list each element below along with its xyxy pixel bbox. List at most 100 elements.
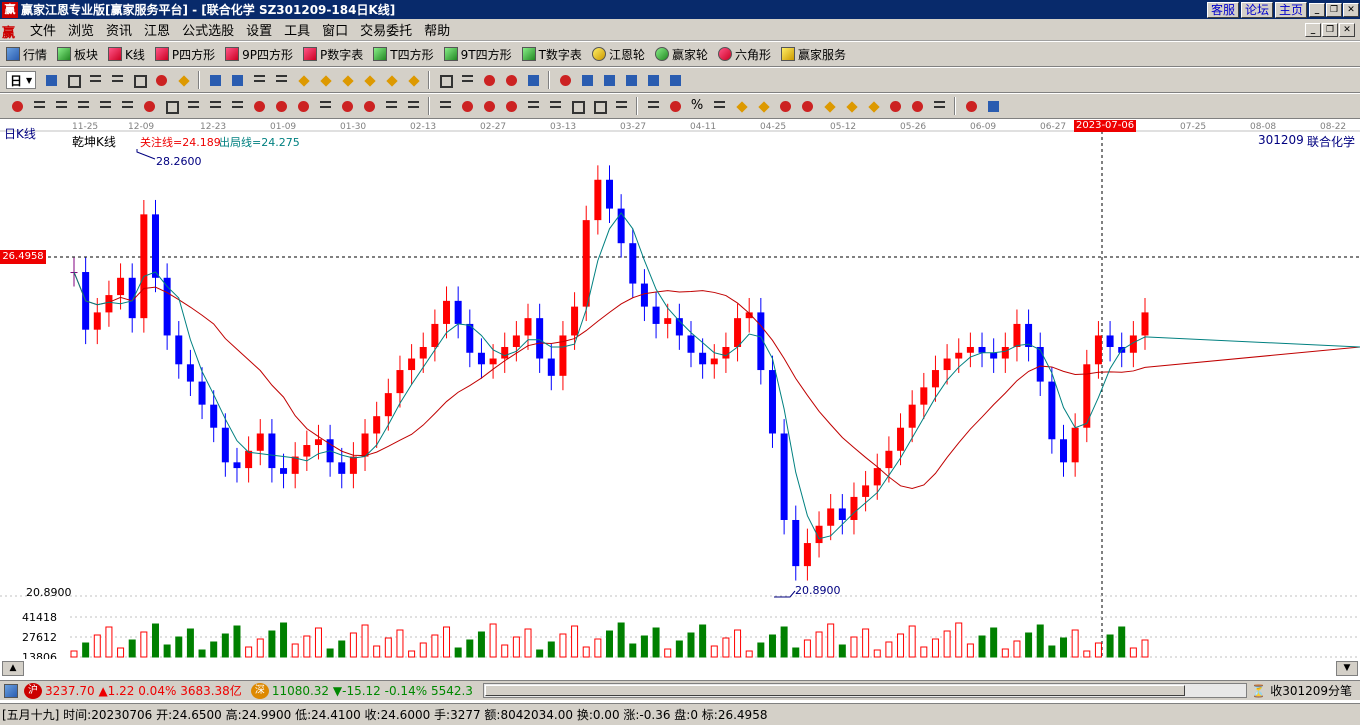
chart-canvas[interactable]: 11-25 12-09 12-23 01-09 01-30 02-13 02-27 03-13… <box>0 119 1360 659</box>
toolbar-t-number-table-button[interactable]: T数字表 <box>521 46 582 63</box>
angle-icon[interactable] <box>140 97 158 115</box>
toolbar-quote-button[interactable]: 行情 <box>6 46 47 63</box>
ruler-icon[interactable] <box>382 97 400 115</box>
percent-line-icon[interactable] <box>666 97 684 115</box>
fib-icon[interactable] <box>710 97 728 115</box>
comb-icon[interactable] <box>404 97 422 115</box>
indicator-icon[interactable] <box>524 71 542 89</box>
diamond-center-icon[interactable] <box>382 71 400 89</box>
toolbar-service-button[interactable]: 赢家服务 <box>780 46 846 63</box>
kline-chart[interactable]: 11-25 12-09 12-23 01-09 01-30 02-13 02-27 03-13… <box>0 119 1360 664</box>
calendar-icon[interactable] <box>556 71 574 89</box>
menu-help[interactable]: 帮助 <box>418 20 456 39</box>
pen-icon[interactable] <box>8 97 26 115</box>
matrix-icon[interactable] <box>568 97 586 115</box>
cycle-icon[interactable] <box>96 97 114 115</box>
hand-icon[interactable] <box>436 71 454 89</box>
ohlc-icon[interactable] <box>108 71 126 89</box>
menu-settings[interactable]: 设置 <box>240 20 278 39</box>
menu-info[interactable]: 资讯 <box>100 20 138 39</box>
forum-link[interactable]: 论坛 <box>1240 1 1273 18</box>
diamond-up-icon[interactable] <box>294 71 312 89</box>
menu-browse[interactable]: 浏览 <box>62 20 100 39</box>
fib-fan-icon[interactable] <box>820 97 838 115</box>
star-icon[interactable] <box>294 97 312 115</box>
toolbar-t-square-button[interactable]: T四方形 <box>373 46 434 63</box>
diamond-zoom-icon[interactable] <box>404 71 422 89</box>
fan-icon[interactable] <box>52 97 70 115</box>
target-icon[interactable] <box>250 97 268 115</box>
restore-button[interactable]: ❐ <box>1326 2 1342 17</box>
menu-tools[interactable]: 工具 <box>278 20 316 39</box>
percent-icon[interactable]: % <box>688 97 706 115</box>
spiral-icon[interactable] <box>272 97 290 115</box>
gann-box-icon[interactable] <box>908 97 926 115</box>
retrace-icon[interactable] <box>228 97 246 115</box>
last-icon[interactable] <box>228 71 246 89</box>
compare-icon[interactable] <box>42 71 60 89</box>
export-icon[interactable] <box>666 71 684 89</box>
scroll-down-button[interactable]: ▼ <box>1336 661 1358 676</box>
pattern-icon[interactable] <box>502 71 520 89</box>
lines-icon[interactable] <box>316 97 334 115</box>
infinity-icon[interactable] <box>984 97 1002 115</box>
crosshair-icon[interactable] <box>458 71 476 89</box>
bar-chart-icon[interactable] <box>86 71 104 89</box>
gann-fan-icon[interactable] <box>864 97 882 115</box>
status-grid-icon[interactable] <box>4 683 18 698</box>
square-icon[interactable] <box>74 97 92 115</box>
formula-icon[interactable] <box>152 71 170 89</box>
sz-index[interactable]: 深 11080.32 ▼-15.12 -0.14% 5542.3 <box>248 682 473 699</box>
toolbar-p-number-table-button[interactable]: P数字表 <box>303 46 363 63</box>
marker-icon[interactable] <box>776 97 794 115</box>
report-icon[interactable] <box>600 71 618 89</box>
hatch-icon[interactable] <box>502 97 520 115</box>
toolbar-9p-square-button[interactable]: 9P四方形 <box>225 46 293 63</box>
gann-grid-icon[interactable] <box>886 97 904 115</box>
menu-formula[interactable]: 公式选股 <box>176 20 240 39</box>
menu-window[interactable]: 窗口 <box>316 20 354 39</box>
winner-icon[interactable] <box>360 97 378 115</box>
zigzag-icon[interactable] <box>546 97 564 115</box>
next-icon[interactable] <box>272 71 290 89</box>
document-icon[interactable] <box>64 71 82 89</box>
fib-circle-icon[interactable] <box>732 97 750 115</box>
menu-gann[interactable]: 江恩 <box>138 20 176 39</box>
toolbar-kline-button[interactable]: K线 <box>108 46 145 63</box>
trend-icon[interactable] <box>480 71 498 89</box>
minimize-button[interactable]: _ <box>1309 2 1325 17</box>
box-icon[interactable] <box>480 97 498 115</box>
fib-arc-icon[interactable] <box>754 97 772 115</box>
close-button[interactable]: ✕ <box>1343 2 1359 17</box>
mdi-close-button[interactable]: ✕ <box>1339 22 1355 37</box>
diamond-left-icon[interactable] <box>338 71 356 89</box>
scroll-up-button[interactable]: ▲ <box>2 661 24 676</box>
toolbar-hexagon-button[interactable]: 六角形 <box>717 46 771 63</box>
print-icon[interactable] <box>644 71 662 89</box>
scroll-thumb[interactable] <box>484 685 1185 696</box>
toolbar-sector-button[interactable]: 板块 <box>57 46 98 63</box>
toolbar-p-square-button[interactable]: P四方形 <box>154 46 215 63</box>
parallel-icon[interactable] <box>612 97 630 115</box>
flag-icon[interactable] <box>174 71 192 89</box>
first-icon[interactable] <box>206 71 224 89</box>
fan-lines-icon[interactable] <box>458 97 476 115</box>
sh-index[interactable]: 沪 3237.70 ▲1.22 0.04% 3683.38亿 <box>21 682 242 699</box>
channel-icon[interactable] <box>436 97 454 115</box>
grid2-icon[interactable] <box>590 97 608 115</box>
mdi-restore-button[interactable]: ❐ <box>1322 22 1338 37</box>
color-wheel-icon[interactable] <box>962 97 980 115</box>
arc-icon[interactable] <box>118 97 136 115</box>
homepage-link[interactable]: 主页 <box>1274 1 1307 18</box>
toolbar-9t-square-button[interactable]: 9T四方形 <box>443 46 512 63</box>
gann-square-icon[interactable] <box>930 97 948 115</box>
table-icon[interactable] <box>578 71 596 89</box>
ray-icon[interactable] <box>524 97 542 115</box>
save-icon[interactable] <box>622 71 640 89</box>
level-icon[interactable] <box>644 97 662 115</box>
toolbar-gann-wheel-button[interactable]: 江恩轮 <box>591 46 645 63</box>
period-dropdown[interactable]: 日 ▼ <box>6 71 37 89</box>
bars-icon[interactable] <box>184 97 202 115</box>
circle-icon[interactable] <box>162 97 180 115</box>
menu-trade[interactable]: 交易委托 <box>354 20 418 39</box>
